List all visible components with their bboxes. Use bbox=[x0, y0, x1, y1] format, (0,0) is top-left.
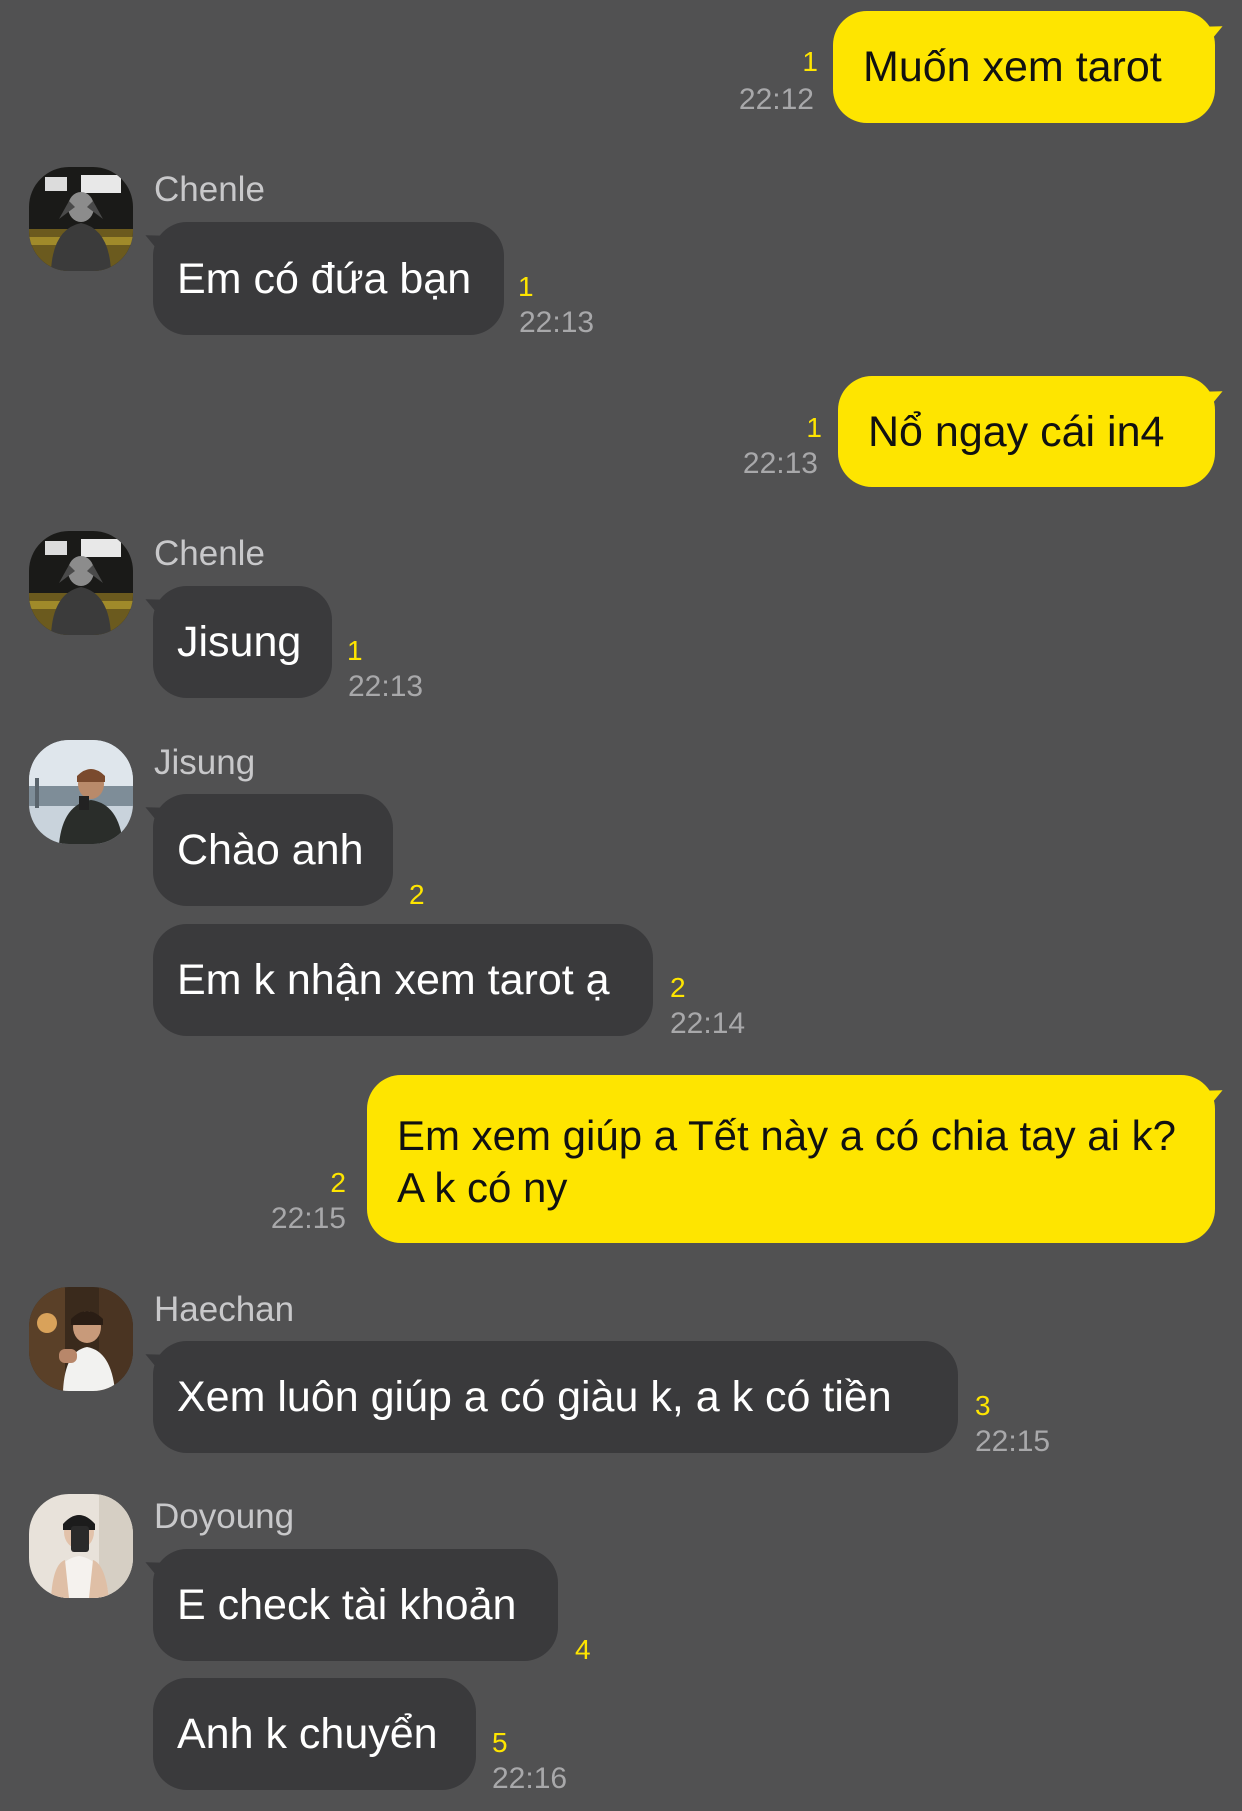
outgoing-message-bubble[interactable]: Em xem giúp a Tết này a có chia tay ai k… bbox=[367, 1075, 1228, 1243]
bubble-tail bbox=[140, 590, 172, 620]
incoming-message-bubble[interactable]: Em k nhận xem tarot ạ bbox=[153, 924, 653, 1036]
unread-count: 2 bbox=[330, 1167, 346, 1198]
incoming-message-bubble[interactable]: Em có đứa bạn bbox=[140, 222, 504, 335]
message-text: Anh k chuyển bbox=[177, 1710, 438, 1758]
message-time: 22:15 bbox=[975, 1425, 1051, 1458]
message-text: Em k nhận xem tarot ạ bbox=[177, 956, 610, 1004]
message-text: Jisung bbox=[177, 618, 302, 666]
unread-count: 2 bbox=[409, 879, 425, 910]
avatar-haechan-icon[interactable] bbox=[29, 1287, 133, 1391]
unread-count: 1 bbox=[802, 46, 818, 77]
sender-name: Haechan bbox=[154, 1290, 295, 1329]
unread-count: 5 bbox=[492, 1727, 508, 1758]
message-text: Nổ ngay cái in4 bbox=[868, 407, 1165, 456]
message-time: 22:15 bbox=[270, 1202, 346, 1235]
sender-name: Jisung bbox=[154, 743, 256, 782]
bubble-tail bbox=[140, 226, 172, 256]
incoming-message-bubble[interactable]: Jisung bbox=[140, 586, 332, 698]
message-text: E check tài khoản bbox=[177, 1581, 517, 1629]
message-text: Em xem giúp a Tết này a có chia tay ai k… bbox=[397, 1112, 1176, 1211]
incoming-message-bubble[interactable]: E check tài khoản bbox=[140, 1549, 558, 1661]
sender-name: Chenle bbox=[154, 534, 265, 573]
message-text: Xem luôn giúp a có giàu k, a k có tiền bbox=[177, 1373, 892, 1421]
message-time: 22:12 bbox=[738, 83, 814, 116]
message-text: Chào anh bbox=[177, 826, 364, 874]
outgoing-message-bubble[interactable]: Muốn xem tarot bbox=[833, 11, 1228, 123]
bubble-tail bbox=[140, 798, 172, 828]
incoming-message-bubble[interactable]: Chào anh bbox=[140, 794, 393, 906]
unread-count: 3 bbox=[975, 1390, 991, 1421]
unread-count: 1 bbox=[518, 271, 534, 302]
message-time: 22:13 bbox=[519, 306, 595, 339]
unread-count: 1 bbox=[806, 412, 822, 443]
bubble-tail bbox=[1196, 1081, 1228, 1111]
chat-thread: 1 22:12 Muốn xem tarot Chenle Em có đứa … bbox=[0, 0, 1242, 1811]
sender-name: Doyoung bbox=[154, 1497, 295, 1536]
message-time: 22:13 bbox=[348, 670, 424, 703]
outgoing-message-bubble[interactable]: Nổ ngay cái in4 bbox=[838, 376, 1228, 487]
message-time: 22:13 bbox=[742, 447, 818, 480]
sender-name: Chenle bbox=[154, 170, 265, 209]
avatar-doyoung-icon[interactable] bbox=[29, 1494, 133, 1598]
avatar-chenle-icon[interactable] bbox=[29, 167, 133, 271]
unread-count: 2 bbox=[670, 972, 686, 1003]
bubble-tail bbox=[1196, 17, 1228, 47]
message-text: Em có đứa bạn bbox=[177, 254, 472, 303]
bubble-tail bbox=[140, 1553, 172, 1583]
unread-count: 1 bbox=[347, 635, 363, 666]
bubble-tail bbox=[140, 1345, 172, 1375]
message-time: 22:16 bbox=[492, 1762, 568, 1795]
message-text: Muốn xem tarot bbox=[863, 43, 1162, 91]
unread-count: 4 bbox=[575, 1634, 591, 1665]
incoming-message-bubble[interactable]: Xem luôn giúp a có giàu k, a k có tiền bbox=[140, 1341, 958, 1453]
message-time: 22:14 bbox=[670, 1007, 746, 1040]
incoming-message-bubble[interactable]: Anh k chuyển bbox=[153, 1678, 476, 1790]
avatar-chenle-icon[interactable] bbox=[29, 531, 133, 635]
bubble-tail bbox=[1196, 382, 1228, 412]
avatar-jisung-icon[interactable] bbox=[29, 740, 133, 844]
